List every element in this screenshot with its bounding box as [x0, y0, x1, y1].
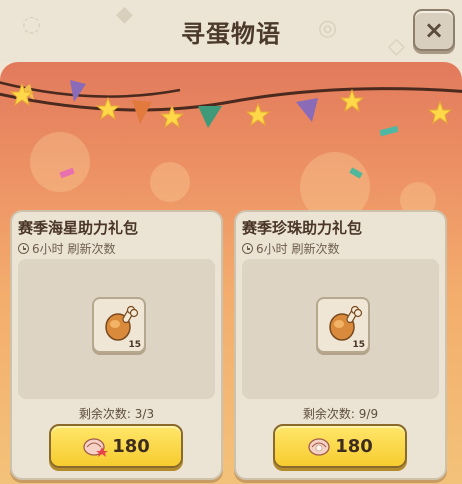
item-count: 15	[352, 340, 365, 350]
refresh-info: 6小时 刷新次数	[242, 240, 339, 257]
gift-pack-card: 赛季珍珠助力礼包 6小时 刷新次数 15 剩余次数: 9/9 180	[234, 210, 447, 480]
roasted-meat-icon	[105, 305, 139, 341]
gift-pack-title: 赛季海星助力礼包	[18, 219, 139, 237]
roasted-meat-icon	[329, 305, 363, 341]
remaining-count: 剩余次数: 9/9	[302, 407, 379, 421]
reward-item-slot[interactable]: 15	[92, 297, 146, 353]
window-title: 寻蛋物语	[181, 20, 281, 48]
pearl-shell-icon	[308, 438, 330, 456]
buy-button[interactable]: 180	[273, 424, 407, 468]
refresh-text: 6小时 刷新次数	[32, 242, 116, 256]
item-count: 15	[128, 340, 141, 350]
header-bar: ◌ ◆ ◎ ◇ 寻蛋物语 ×	[0, 0, 462, 62]
festive-garland	[0, 80, 462, 179]
clock-icon	[18, 243, 29, 254]
shop-stage: 赛季海星助力礼包 6小时 刷新次数 15 剩余次数: 3/3 180 赛季珍珠助…	[0, 62, 462, 484]
price-label: 180	[112, 435, 150, 457]
reward-area: 15	[242, 259, 439, 399]
refresh-text: 6小时 刷新次数	[256, 242, 340, 256]
gift-pack-title: 赛季珍珠助力礼包	[242, 219, 363, 237]
price-label: 180	[335, 435, 373, 457]
refresh-info: 6小时 刷新次数	[18, 240, 115, 257]
clock-icon	[242, 243, 253, 254]
reward-area: 15	[18, 259, 215, 399]
close-button[interactable]: ×	[413, 9, 455, 51]
gift-pack-card: 赛季海星助力礼包 6小时 刷新次数 15 剩余次数: 3/3 180	[10, 210, 223, 480]
buy-button[interactable]: 180	[49, 424, 183, 468]
close-icon: ×	[423, 16, 445, 44]
shell-icon	[83, 438, 109, 457]
remaining-count: 剩余次数: 3/3	[78, 407, 155, 421]
reward-item-slot[interactable]: 15	[316, 297, 370, 353]
